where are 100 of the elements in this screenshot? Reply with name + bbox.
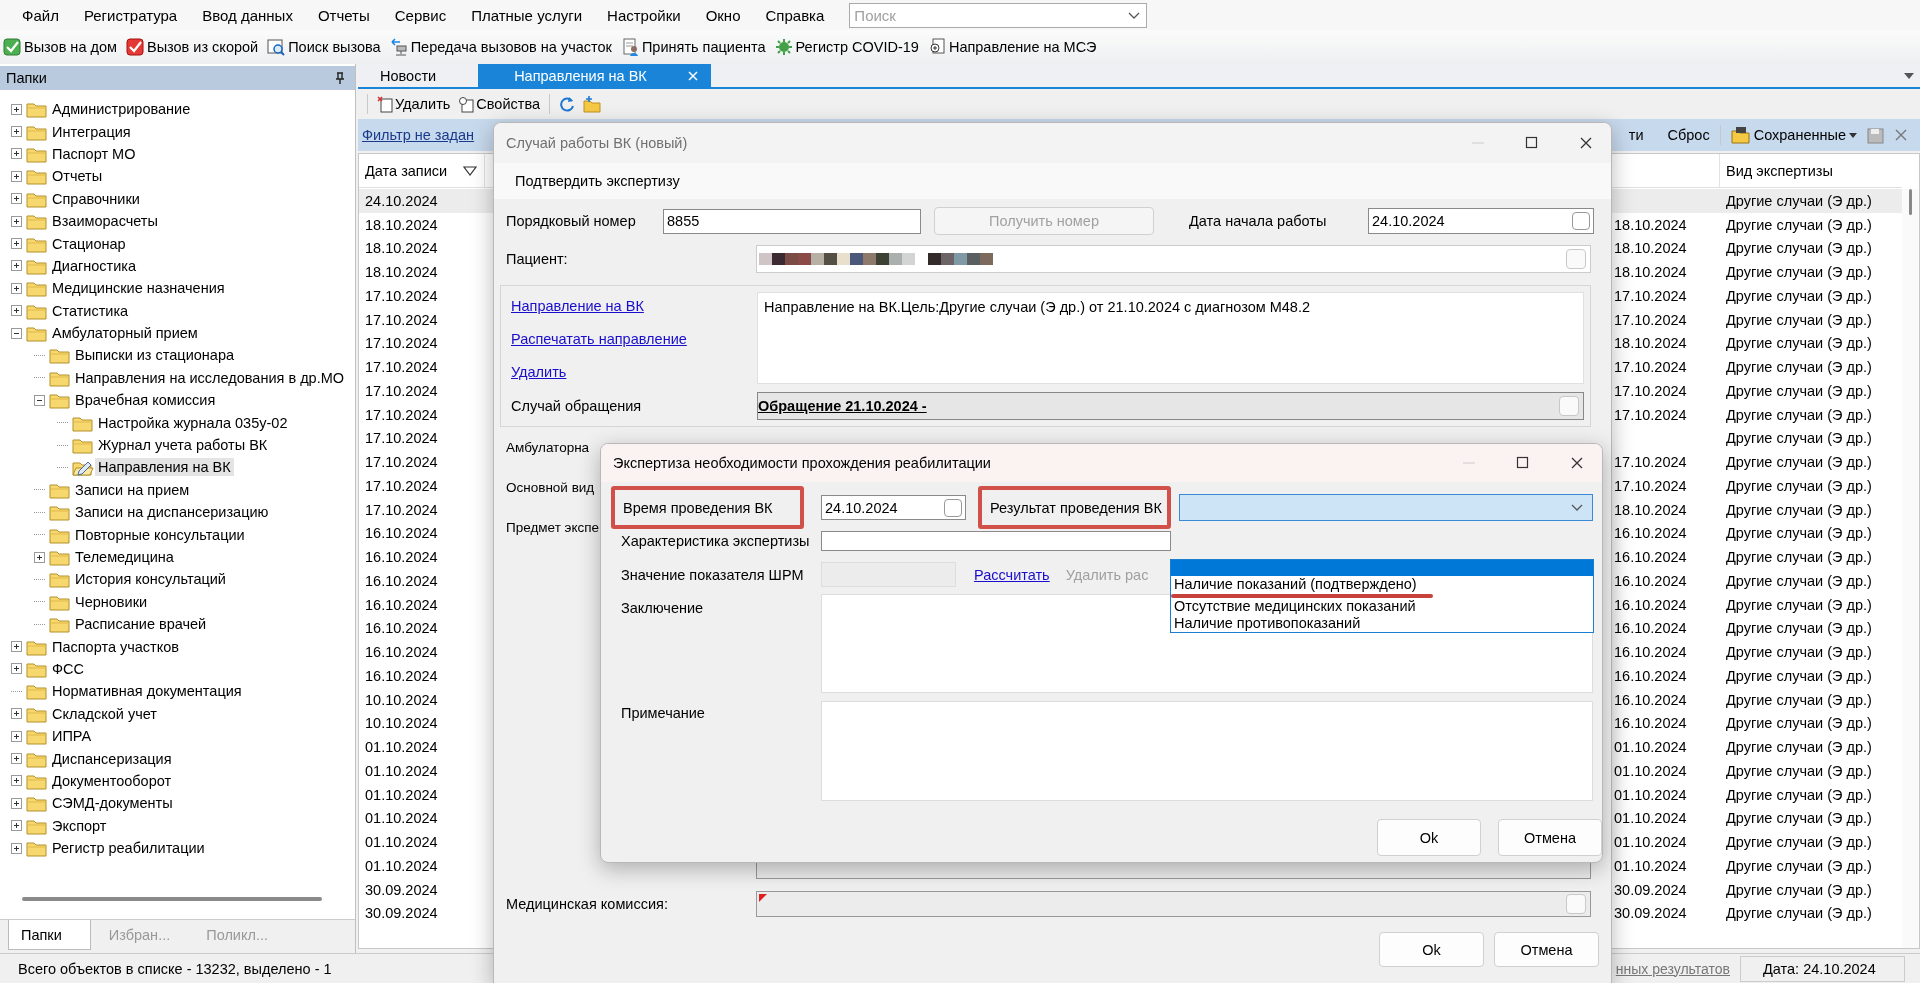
menu-item[interactable]: Настройки: [597, 6, 691, 24]
expand-icon[interactable]: [11, 775, 22, 787]
ok-button[interactable]: Ok: [1377, 819, 1481, 856]
pin-icon[interactable]: [335, 72, 345, 84]
menu-item[interactable]: Подтвердить экспертизу: [515, 173, 680, 189]
tree-item[interactable]: Расписание врачей: [72, 615, 210, 634]
tree-item[interactable]: Интеграция: [49, 122, 134, 141]
toolbar-button[interactable]: Удалить: [373, 95, 455, 113]
column-header[interactable]: Вид экспертизы: [1720, 154, 1902, 187]
tree-item[interactable]: История консультаций: [72, 570, 229, 589]
ok-button[interactable]: Ok: [1379, 932, 1484, 967]
tree-item[interactable]: Стационар: [49, 234, 129, 253]
tree-item[interactable]: Записи на диспансеризацию: [72, 503, 272, 522]
maximize-icon[interactable]: [1525, 136, 1539, 150]
refresh-icon[interactable]: [559, 96, 576, 112]
menu-item[interactable]: Справка: [755, 6, 835, 24]
expand-icon[interactable]: [11, 148, 22, 160]
toolbar-button[interactable]: Передача вызовов на участок: [388, 34, 617, 60]
collapse-icon[interactable]: [11, 327, 22, 339]
toolbar-button[interactable]: Направление на МСЭ: [926, 34, 1102, 60]
tab[interactable]: Папки: [8, 920, 91, 950]
expand-icon[interactable]: [11, 260, 22, 272]
expand-icon[interactable]: [11, 708, 22, 720]
tree-item[interactable]: Справочники: [49, 189, 143, 208]
menu-item[interactable]: Файл: [12, 6, 69, 24]
expand-icon[interactable]: [11, 193, 22, 205]
folder-icon[interactable]: [583, 95, 602, 113]
tree-item[interactable]: Медицинские назначения: [49, 279, 228, 298]
scrollbar[interactable]: [1902, 189, 1919, 948]
expand-icon[interactable]: [11, 797, 22, 809]
maximize-icon[interactable]: [1516, 456, 1530, 470]
menu-item[interactable]: Регистратура: [73, 6, 188, 24]
status-link[interactable]: нных результатов: [1615, 960, 1730, 977]
toolbar-button[interactable]: Принять пациента: [619, 34, 771, 60]
tree-item[interactable]: ФСС: [49, 659, 87, 678]
tree-item[interactable]: Регистр реабилитации: [49, 839, 208, 858]
expand-icon[interactable]: [34, 551, 45, 563]
patient-field[interactable]: [756, 245, 1591, 273]
expand-icon[interactable]: [11, 641, 22, 653]
tree-item[interactable]: Черновики: [72, 592, 151, 611]
expand-icon[interactable]: [11, 215, 22, 227]
tree-item[interactable]: Складской учет: [49, 704, 160, 723]
date-picker-button[interactable]: [1572, 212, 1590, 230]
menu-item[interactable]: Ввод данных: [192, 6, 303, 24]
tree-item[interactable]: Экспорт: [49, 816, 110, 835]
tab[interactable]: Направления на ВК: [478, 64, 711, 87]
expand-icon[interactable]: [11, 282, 22, 294]
cancel-button[interactable]: Отмена: [1494, 932, 1599, 967]
tree-item[interactable]: Статистика: [49, 301, 132, 320]
toolbar-button[interactable]: Поиск вызова: [266, 34, 386, 60]
filter-link[interactable]: Фильтр не задан: [362, 127, 475, 143]
expand-icon[interactable]: [11, 753, 22, 764]
tree-item[interactable]: Отчеты: [49, 167, 106, 186]
tree-item[interactable]: Направления на ВК: [95, 458, 234, 477]
tree-item[interactable]: Выписки из стационара: [72, 346, 237, 365]
date-field[interactable]: 24.10.2024: [1368, 208, 1594, 234]
toolbar-button[interactable]: Вызов на дом: [2, 34, 122, 60]
caret-icon[interactable]: [1904, 73, 1914, 79]
toolbar-button[interactable]: Сброс: [1662, 127, 1715, 143]
menu-item[interactable]: Отчеты: [307, 6, 380, 24]
tree-item[interactable]: Журнал учета работы ВК: [95, 436, 271, 455]
expand-icon[interactable]: [11, 126, 22, 138]
menu-item[interactable]: Платные услуги: [461, 6, 593, 24]
dropdown-field[interactable]: [1179, 494, 1593, 521]
dropdown-option[interactable]: Отсутствие медицинских показаний: [1171, 598, 1593, 615]
close-icon[interactable]: [1570, 456, 1584, 470]
tree-item[interactable]: Амбулаторный прием: [49, 324, 201, 343]
tree-item[interactable]: Администрирование: [49, 100, 194, 119]
expand-icon[interactable]: [11, 305, 22, 317]
collapse-icon[interactable]: [34, 394, 45, 406]
tree-item[interactable]: Записи на прием: [72, 480, 193, 499]
tree-item[interactable]: Документооборот: [49, 771, 175, 790]
expand-icon[interactable]: [11, 663, 22, 675]
dropdown-option[interactable]: Наличие показаний (подтверждено): [1171, 576, 1593, 598]
tree-item[interactable]: Диагностика: [49, 256, 140, 275]
tree-item[interactable]: Направления на исследования в др.МО: [72, 368, 348, 387]
saved-button[interactable]: Сохраненные: [1725, 126, 1862, 144]
tree-item[interactable]: Паспорта участков: [49, 637, 182, 656]
expand-icon[interactable]: [11, 103, 22, 115]
text-area[interactable]: Направление на ВК.Цель:Другие случаи (Э др.) от 21.10.2024 с диагнозом М48.2: [757, 292, 1584, 384]
tree-item[interactable]: ИПРА: [49, 727, 95, 746]
visit-case-field[interactable]: Обращение 21.10.2024 -: [757, 392, 1584, 420]
menu-item[interactable]: Сервис: [384, 6, 457, 24]
toolbar-button[interactable]: Свойства: [454, 95, 545, 113]
link[interactable]: Распечатать направление: [511, 328, 687, 350]
dropdown-option[interactable]: Наличие противопоказаний: [1171, 615, 1593, 632]
expand-icon[interactable]: [11, 238, 22, 250]
tree-item[interactable]: Телемедицина: [72, 548, 177, 566]
tree-item[interactable]: Нормативная документация: [49, 682, 245, 701]
expand-icon[interactable]: [11, 730, 22, 742]
expand-icon[interactable]: [11, 820, 22, 832]
close-icon[interactable]: [1579, 136, 1593, 150]
input-field[interactable]: [821, 531, 1171, 551]
tree-item[interactable]: Повторные консультации: [72, 525, 248, 544]
toolbar-button[interactable]: Вызов из скорой: [124, 34, 264, 60]
tree-item[interactable]: СЭМД-документы: [49, 794, 176, 813]
toolbar-button[interactable]: ти: [1623, 127, 1649, 143]
expand-icon[interactable]: [11, 842, 22, 854]
input-field[interactable]: 8855: [663, 208, 921, 234]
date-field[interactable]: 24.10.2024: [821, 495, 966, 520]
